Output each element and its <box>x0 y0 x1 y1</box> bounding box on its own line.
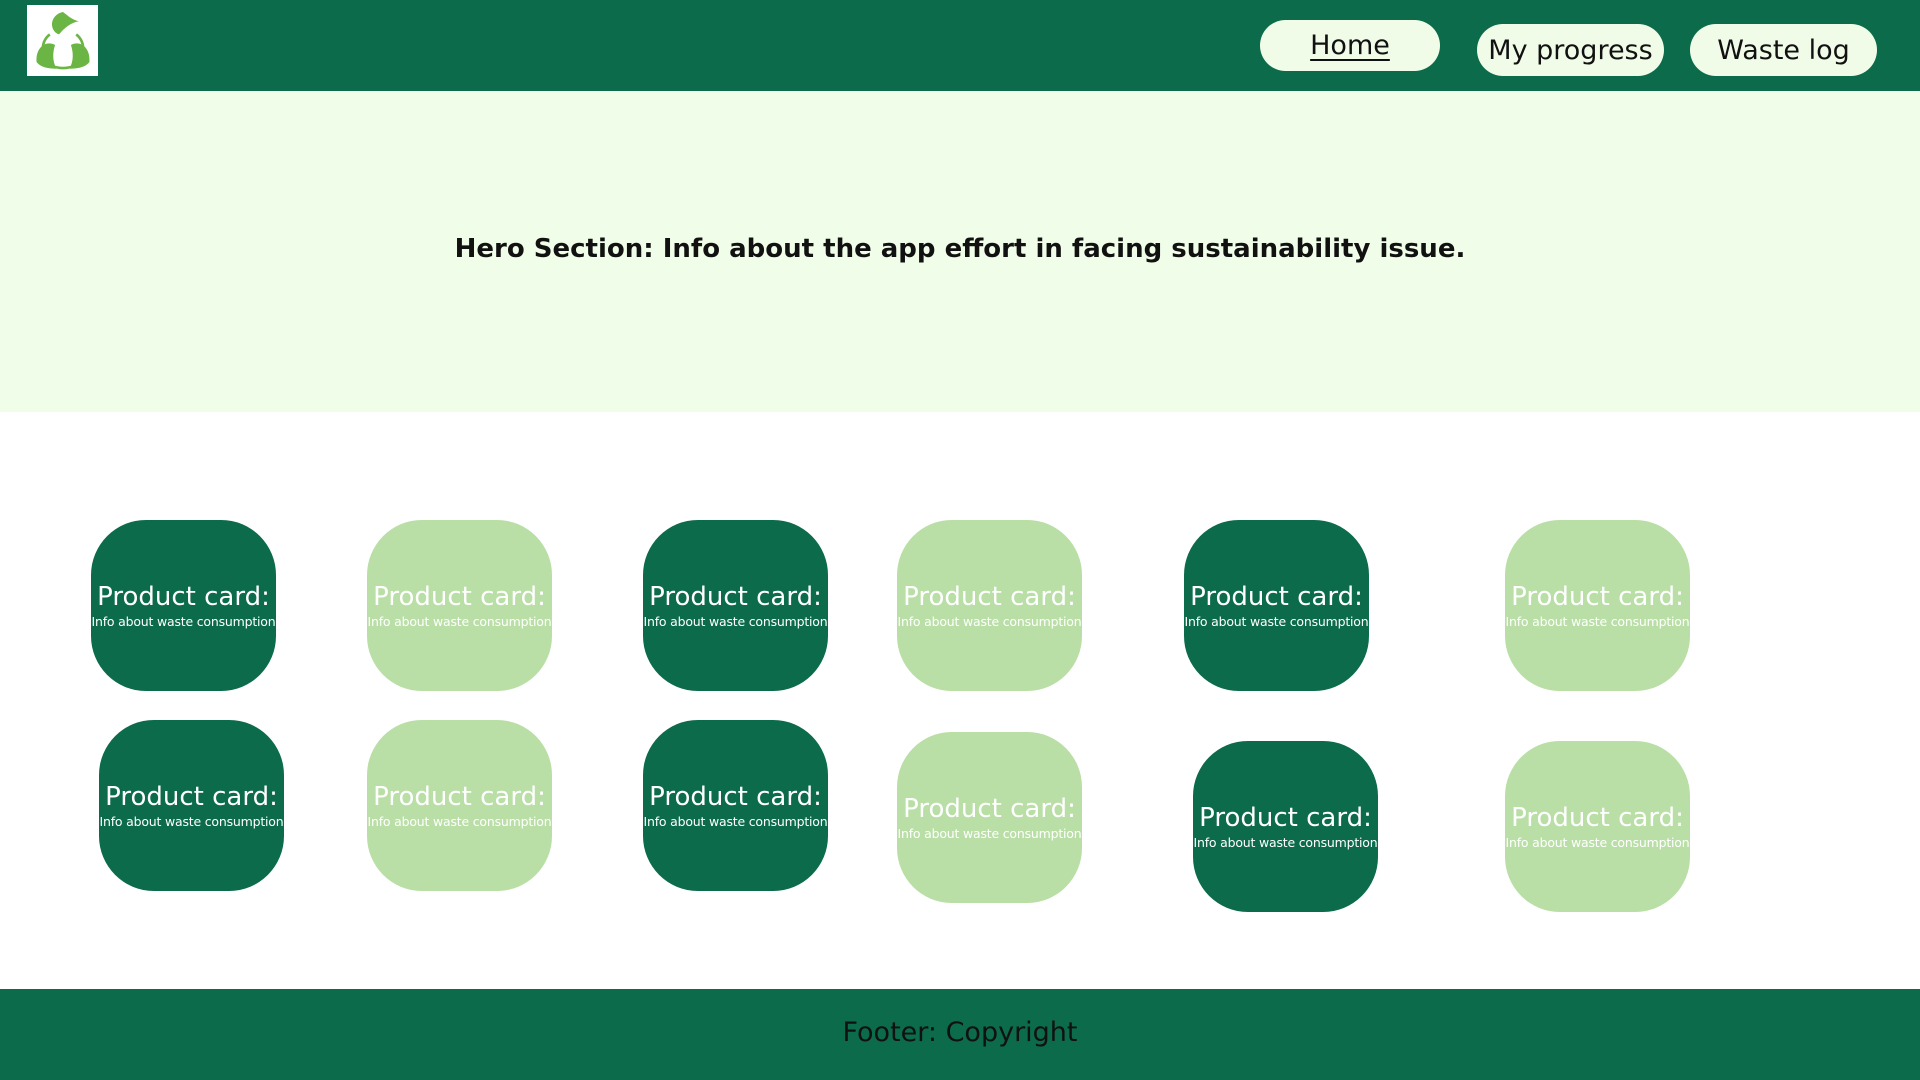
product-card-subtitle: Info about waste consumption <box>99 813 284 829</box>
product-card-title: Product card: <box>903 581 1076 612</box>
hero-section: Hero Section: Info about the app effort … <box>0 91 1920 412</box>
product-card-subtitle: Info about waste consumption <box>1505 613 1690 629</box>
product-card-subtitle: Info about waste consumption <box>1505 834 1690 850</box>
product-card-title: Product card: <box>903 793 1076 824</box>
product-card[interactable]: Product card: Info about waste consumpti… <box>1193 741 1378 912</box>
product-card-subtitle: Info about waste consumption <box>1184 613 1369 629</box>
product-card-subtitle: Info about waste consumption <box>367 613 552 629</box>
product-card-subtitle: Info about waste consumption <box>897 825 1082 841</box>
product-card-subtitle: Info about waste consumption <box>367 813 552 829</box>
footer: Footer: Copyright <box>0 989 1920 1080</box>
logo[interactable] <box>27 5 98 76</box>
product-card-subtitle: Info about waste consumption <box>897 613 1082 629</box>
product-card-subtitle: Info about waste consumption <box>643 613 828 629</box>
product-card-title: Product card: <box>1511 802 1684 833</box>
product-card[interactable]: Product card: Info about waste consumpti… <box>897 732 1082 903</box>
product-card[interactable]: Product card: Info about waste consumpti… <box>99 720 284 891</box>
product-card-title: Product card: <box>1511 581 1684 612</box>
hero-text: Hero Section: Info about the app effort … <box>454 234 1466 264</box>
page: Home My progress Waste log Hero Section:… <box>0 0 1920 1080</box>
product-card-subtitle: Info about waste consumption <box>643 813 828 829</box>
product-card[interactable]: Product card: Info about waste consumpti… <box>643 720 828 891</box>
product-card-title: Product card: <box>97 581 270 612</box>
product-card[interactable]: Product card: Info about waste consumpti… <box>643 520 828 691</box>
nav-waste-log-label: Waste log <box>1717 34 1850 66</box>
recycle-leaves-icon <box>30 8 96 74</box>
nav-my-progress-label: My progress <box>1488 34 1653 66</box>
product-card[interactable]: Product card: Info about waste consumpti… <box>1184 520 1369 691</box>
header-bar: Home My progress Waste log <box>0 0 1920 91</box>
product-card-title: Product card: <box>373 781 546 812</box>
product-card-title: Product card: <box>1199 802 1372 833</box>
product-card-title: Product card: <box>649 581 822 612</box>
product-card[interactable]: Product card: Info about waste consumpti… <box>91 520 276 691</box>
product-card-title: Product card: <box>1190 581 1363 612</box>
product-card[interactable]: Product card: Info about waste consumpti… <box>1505 741 1690 912</box>
footer-copyright: Footer: Copyright <box>842 1017 1078 1048</box>
product-card[interactable]: Product card: Info about waste consumpti… <box>367 520 552 691</box>
product-card-title: Product card: <box>373 581 546 612</box>
product-card[interactable]: Product card: Info about waste consumpti… <box>367 720 552 891</box>
product-card-title: Product card: <box>105 781 278 812</box>
nav-home-label: Home <box>1310 30 1390 61</box>
product-card[interactable]: Product card: Info about waste consumpti… <box>897 520 1082 691</box>
nav-home-button[interactable]: Home <box>1260 20 1440 71</box>
nav-my-progress-button[interactable]: My progress <box>1477 24 1664 76</box>
product-card-subtitle: Info about waste consumption <box>1193 834 1378 850</box>
product-card-title: Product card: <box>649 781 822 812</box>
product-card[interactable]: Product card: Info about waste consumpti… <box>1505 520 1690 691</box>
nav-waste-log-button[interactable]: Waste log <box>1690 24 1877 76</box>
product-card-subtitle: Info about waste consumption <box>91 613 276 629</box>
